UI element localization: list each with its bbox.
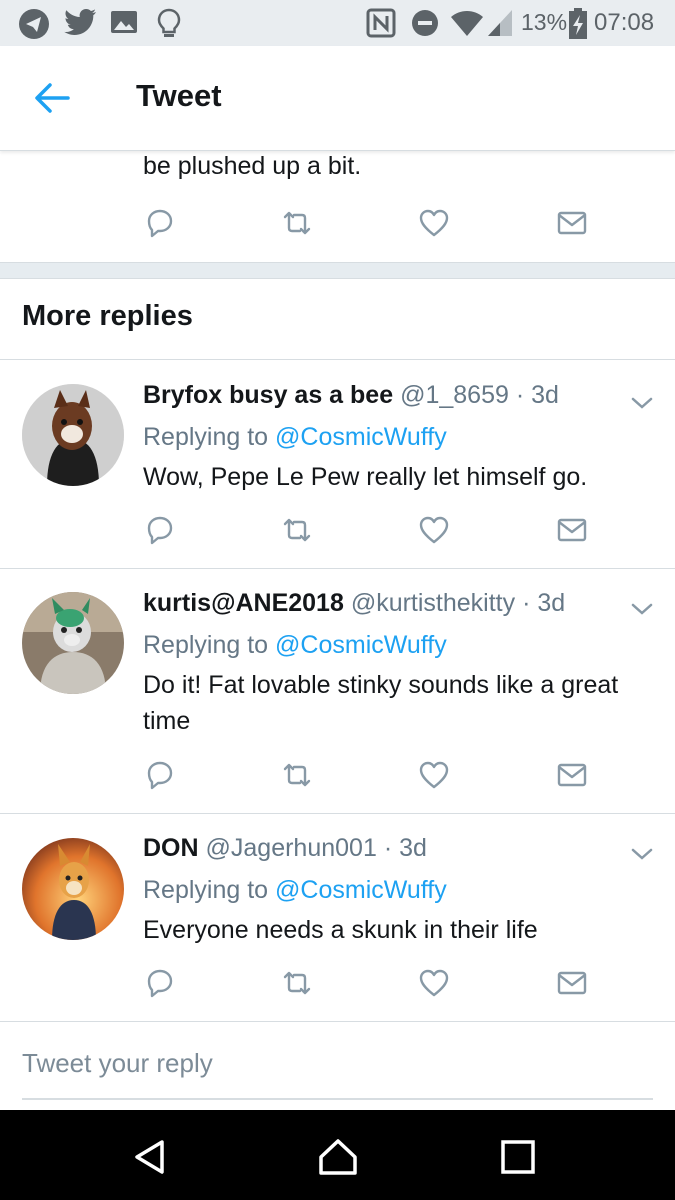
chevron-down-icon[interactable] [630, 846, 654, 862]
envelope-icon [557, 518, 587, 542]
envelope-icon [557, 763, 587, 787]
direct-message-button[interactable] [555, 758, 589, 792]
divider [0, 813, 675, 814]
retweet-button[interactable] [280, 966, 314, 1000]
heart-icon [419, 761, 449, 789]
telegram-icon [19, 9, 49, 39]
envelope-icon [557, 971, 587, 995]
signal-icon [488, 10, 512, 36]
battery-percent: 13% [521, 9, 568, 35]
chevron-down-icon[interactable] [630, 395, 654, 411]
like-button[interactable] [417, 513, 451, 547]
direct-message-button[interactable] [555, 966, 589, 1000]
retweet-icon [283, 518, 311, 542]
divider [0, 1021, 675, 1022]
nav-back-icon[interactable] [128, 1135, 172, 1179]
reply-header: DON @Jagerhun001 · 3d [143, 834, 427, 863]
retweet-icon [283, 971, 311, 995]
user-handle[interactable]: @1_8659 [400, 381, 509, 409]
heart-icon [419, 209, 449, 237]
lightbulb-icon [157, 8, 181, 37]
timestamp: · 3d [515, 381, 559, 409]
display-name[interactable]: kurtis@ANE2018 [143, 589, 344, 617]
retweet-icon [283, 211, 311, 235]
battery-charging-icon [569, 8, 587, 39]
reply-icon [147, 761, 173, 790]
reply-header: Bryfox busy as a bee @1_8659 · 3d [143, 381, 559, 410]
like-button[interactable] [417, 758, 451, 792]
user-handle[interactable]: @Jagerhun001 [206, 834, 377, 862]
replying-to: Replying to @CosmicWuffy [143, 423, 447, 452]
replying-to-label: Replying to [143, 631, 269, 659]
mention-link[interactable]: @CosmicWuffy [275, 423, 447, 451]
back-button[interactable] [30, 78, 76, 118]
replying-to-label: Replying to [143, 876, 269, 904]
direct-message-button[interactable] [555, 206, 589, 240]
tweet-actions [143, 966, 603, 1002]
replying-to-label: Replying to [143, 423, 269, 451]
divider [0, 359, 675, 360]
reply-button[interactable] [143, 513, 177, 547]
nfc-icon [366, 8, 396, 38]
nav-home-icon[interactable] [316, 1135, 360, 1179]
back-arrow-icon [35, 83, 70, 113]
previous-tweet-actions [143, 206, 603, 242]
retweet-button[interactable] [280, 206, 314, 240]
tweet-text: Do it! Fat lovable stinky sounds like a … [143, 671, 619, 735]
system-nav-bar [0, 1110, 675, 1200]
replying-to: Replying to @CosmicWuffy [143, 631, 447, 660]
reply-button[interactable] [143, 758, 177, 792]
nav-recents-icon[interactable] [496, 1135, 540, 1179]
more-replies-heading: More replies [22, 300, 193, 332]
timestamp: · 3d [522, 589, 566, 617]
avatar[interactable] [22, 592, 124, 694]
reply-icon [147, 209, 173, 238]
do-not-disturb-icon [412, 10, 438, 36]
divider [0, 568, 675, 569]
reply-input[interactable]: Tweet your reply [22, 1048, 213, 1079]
reply-icon [147, 516, 173, 545]
previous-tweet-text: be plushed up a bit. [143, 152, 362, 180]
avatar[interactable] [22, 384, 124, 486]
direct-message-button[interactable] [555, 513, 589, 547]
section-separator [0, 262, 675, 279]
reply-icon [147, 969, 173, 998]
tweet-text: Everyone needs a skunk in their life [143, 916, 538, 944]
display-name[interactable]: DON [143, 834, 199, 862]
clock: 07:08 [594, 9, 655, 36]
wifi-icon [451, 11, 483, 36]
mention-link[interactable]: @CosmicWuffy [275, 876, 447, 904]
twitter-icon [64, 9, 96, 35]
heart-icon [419, 969, 449, 997]
avatar[interactable] [22, 838, 124, 940]
mention-link[interactable]: @CosmicWuffy [275, 631, 447, 659]
page-title: Tweet [136, 78, 222, 113]
reply-input-underline [22, 1098, 653, 1100]
tweet-actions [143, 513, 603, 549]
retweet-icon [283, 763, 311, 787]
gallery-icon [111, 11, 137, 33]
status-bar: 13% 07:08 [0, 0, 675, 46]
reply-button[interactable] [143, 206, 177, 240]
timestamp: · 3d [383, 834, 427, 862]
retweet-button[interactable] [280, 758, 314, 792]
user-handle[interactable]: @kurtisthekitty [351, 589, 515, 617]
like-button[interactable] [417, 206, 451, 240]
reply-button[interactable] [143, 966, 177, 1000]
like-button[interactable] [417, 966, 451, 1000]
replying-to: Replying to @CosmicWuffy [143, 876, 447, 905]
app-header: Tweet [0, 46, 675, 151]
display-name[interactable]: Bryfox busy as a bee [143, 381, 393, 409]
chevron-down-icon[interactable] [630, 601, 654, 617]
tweet-actions [143, 758, 603, 794]
heart-icon [419, 516, 449, 544]
envelope-icon [557, 211, 587, 235]
tweet-text: Wow, Pepe Le Pew really let himself go. [143, 463, 588, 491]
retweet-button[interactable] [280, 513, 314, 547]
reply-header: kurtis@ANE2018 @kurtisthekitty · 3d [143, 589, 565, 618]
